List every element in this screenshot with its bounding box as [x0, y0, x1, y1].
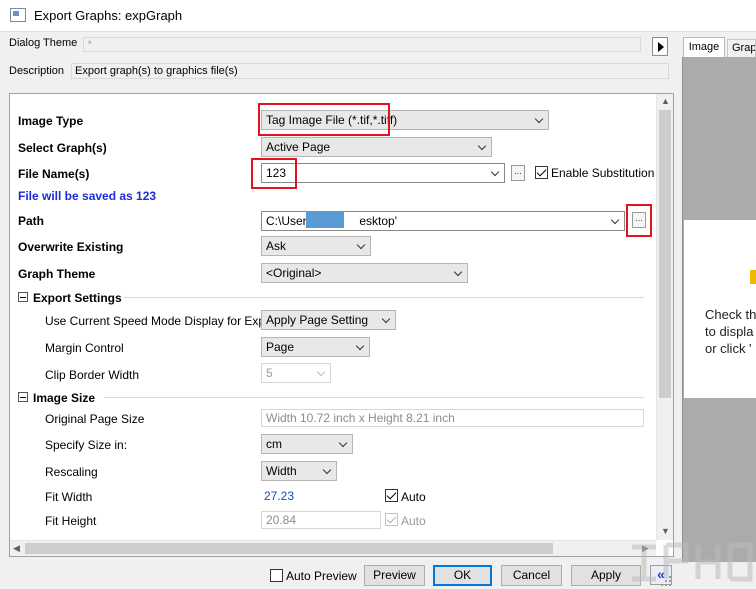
dialog-theme-label: Dialog Theme — [9, 37, 78, 49]
fit-height-label: Fit Height — [45, 514, 97, 528]
file-names-label: File Name(s) — [18, 167, 90, 181]
graph-theme-label: Graph Theme — [18, 267, 96, 281]
watermark-logo — [632, 542, 753, 582]
graph-theme-value: <Original> — [266, 266, 322, 280]
scroll-up-icon[interactable]: ▲ — [661, 96, 670, 106]
highlight-box-path-browse — [626, 204, 652, 237]
enable-substitution-checkbox[interactable] — [535, 166, 548, 179]
chevron-down-icon — [322, 465, 332, 475]
select-graphs-select[interactable]: Active Page — [261, 137, 492, 157]
redaction-block — [306, 211, 344, 228]
overwrite-select[interactable]: Ask — [261, 236, 371, 256]
clip-border-value: 5 — [266, 366, 273, 380]
path-label: Path — [18, 214, 45, 228]
app-icon — [10, 8, 26, 22]
original-page-size-field: Width 10.72 inch x Height 8.21 inch — [261, 409, 644, 427]
cancel-button[interactable]: Cancel — [501, 565, 562, 586]
chevron-down-icon — [316, 367, 326, 377]
margin-control-select[interactable]: Page — [261, 337, 370, 357]
auto-preview-checkbox[interactable] — [270, 569, 283, 582]
highlight-box-file-name — [251, 158, 297, 189]
highlight-box-image-type — [258, 103, 390, 136]
auto-preview-label: Auto Preview — [286, 569, 357, 583]
original-page-size-label: Original Page Size — [45, 412, 145, 426]
fit-width-label: Fit Width — [45, 490, 93, 504]
chevron-down-icon — [453, 267, 463, 277]
export-settings-header: Export Settings — [33, 291, 122, 305]
select-graphs-value: Active Page — [266, 140, 331, 154]
chevron-down-icon — [381, 314, 391, 324]
rescaling-label: Rescaling — [45, 465, 98, 479]
graph-theme-select[interactable]: <Original> — [261, 263, 468, 283]
rescaling-value: Width — [266, 464, 297, 478]
description-label: Description — [9, 65, 65, 77]
overwrite-value: Ask — [266, 239, 287, 253]
image-size-header: Image Size — [33, 391, 96, 405]
preview-button[interactable]: Preview — [364, 565, 425, 586]
file-names-browse-button[interactable]: ... — [511, 165, 525, 181]
fit-width-value[interactable]: 27.23 — [264, 489, 294, 503]
clip-border-select: 5 — [261, 363, 331, 383]
chevron-down-icon — [355, 341, 365, 351]
fit-width-auto-label: Auto — [401, 490, 426, 504]
enable-substitution-label: Enable Substitution — [551, 166, 655, 180]
preview-logo-mark — [750, 270, 756, 284]
select-graphs-label: Select Graph(s) — [18, 141, 107, 155]
specify-size-label: Specify Size in: — [45, 438, 128, 452]
chevron-down-icon — [490, 167, 500, 177]
chevron-down-icon — [477, 141, 487, 151]
specify-size-value: cm — [266, 437, 282, 451]
overwrite-label: Overwrite Existing — [18, 240, 124, 254]
image-type-label: Image Type — [18, 114, 84, 128]
ok-button[interactable]: OK — [433, 565, 492, 586]
speed-mode-value: Apply Page Setting — [266, 313, 369, 327]
path-value-suffix: esktop' — [359, 214, 398, 228]
tab-graph[interactable]: Graph — [727, 39, 756, 57]
scroll-left-icon[interactable]: ◀ — [13, 543, 20, 554]
margin-control-label: Margin Control — [45, 341, 124, 355]
speed-mode-label: Use Current Speed Mode Display for Expor… — [45, 314, 280, 328]
file-names-input[interactable]: 123 — [261, 163, 505, 183]
vertical-scroll-thumb[interactable] — [659, 110, 671, 398]
chevron-down-icon — [338, 438, 348, 448]
section-divider — [124, 297, 644, 298]
speed-mode-select[interactable]: Apply Page Setting — [261, 310, 396, 330]
preview-hint-text: Check th to displa or click ' — [705, 307, 756, 356]
rescaling-select[interactable]: Width — [261, 461, 337, 481]
fit-height-field: 20.84 — [261, 511, 381, 529]
window-title: Export Graphs: expGraph — [34, 8, 183, 23]
chevron-down-icon — [610, 215, 620, 225]
fit-height-auto-label: Auto — [401, 514, 426, 528]
specify-size-select[interactable]: cm — [261, 434, 353, 454]
margin-control-value: Page — [266, 340, 295, 354]
theme-menu-arrow-icon[interactable] — [652, 37, 668, 56]
clip-border-label: Clip Border Width — [45, 368, 140, 382]
chevron-down-icon — [534, 114, 544, 124]
image-size-collapse-icon[interactable] — [18, 392, 28, 402]
description-field: Export graph(s) to graphics file(s) — [71, 63, 669, 79]
section-divider — [104, 397, 644, 398]
dialog-theme-field[interactable]: * — [83, 37, 641, 52]
export-settings-collapse-icon[interactable] — [18, 292, 28, 302]
tab-image[interactable]: Image — [683, 37, 725, 57]
fit-height-auto-checkbox — [385, 513, 398, 526]
horizontal-scroll-thumb[interactable] — [25, 543, 553, 554]
fit-width-auto-checkbox[interactable] — [385, 489, 398, 502]
chevron-down-icon — [356, 240, 366, 250]
save-note: File will be saved as 123 — [18, 189, 157, 203]
